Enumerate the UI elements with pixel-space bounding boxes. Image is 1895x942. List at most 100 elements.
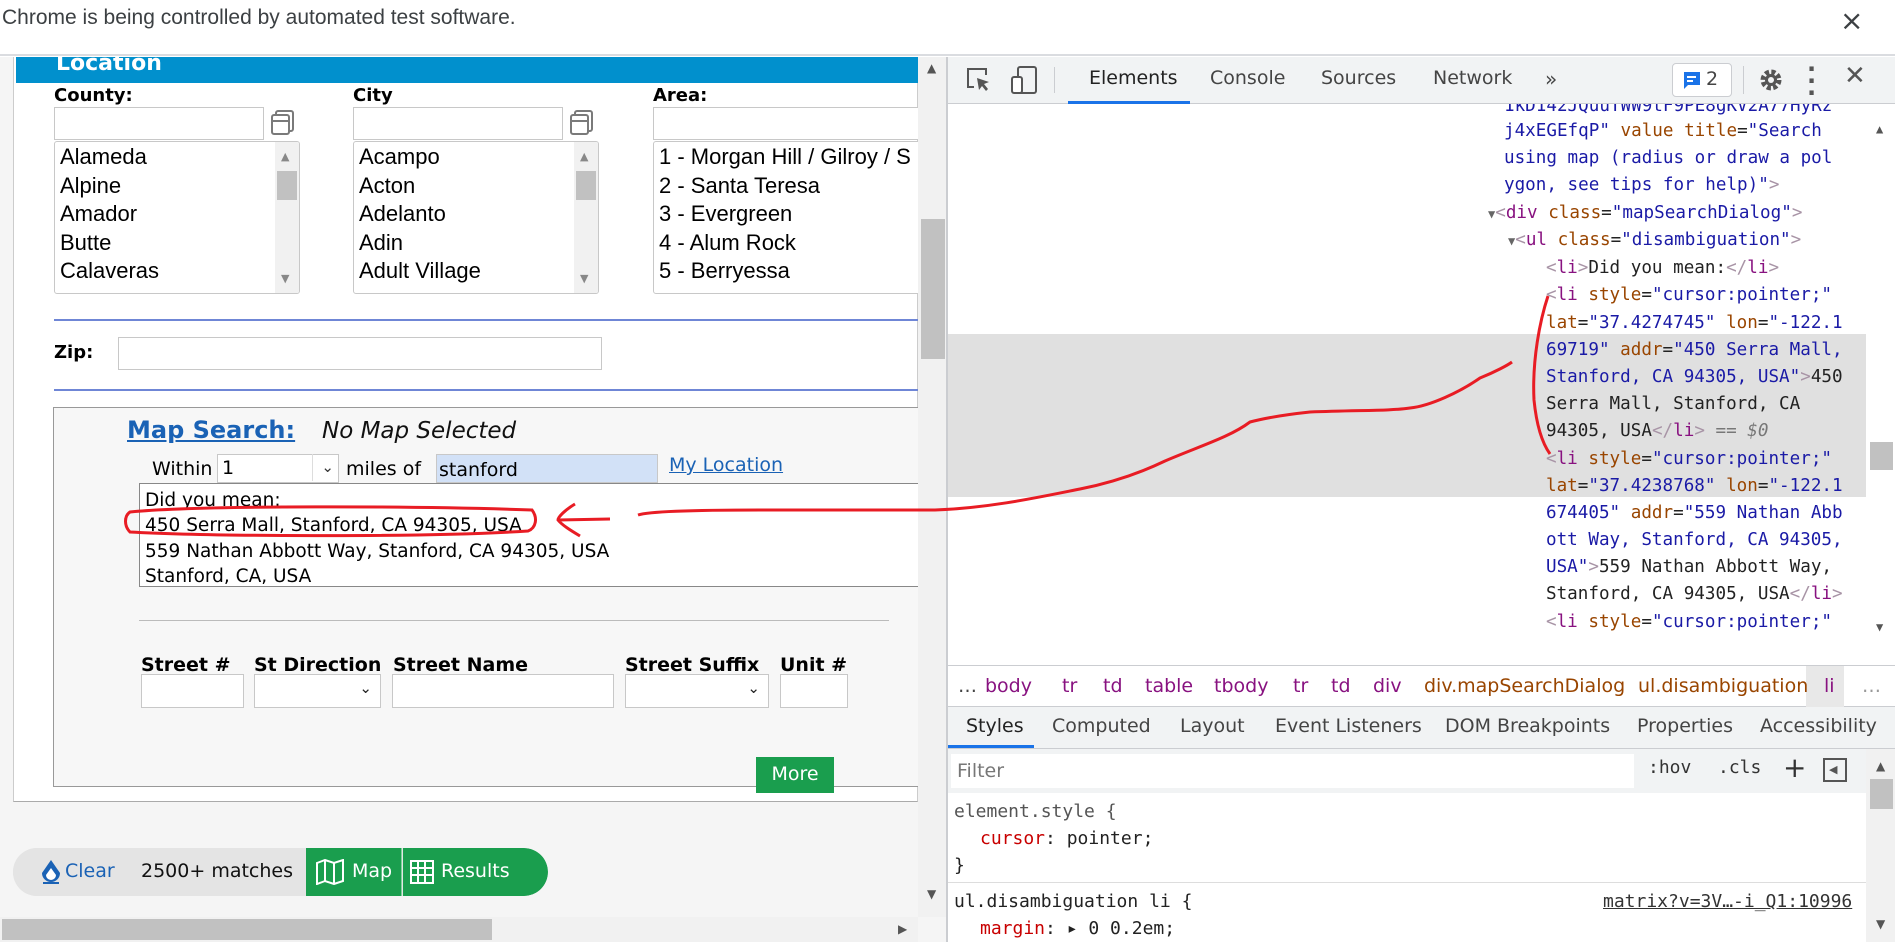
breadcrumb-overflow-right[interactable]: … (1862, 675, 1881, 697)
radius-select[interactable]: 1 ⌄ (217, 454, 339, 483)
county-option[interactable]: Alpine (55, 172, 299, 201)
area-listbox[interactable]: 1 - Morgan Hill / Gilroy / S 2 - Santa T… (653, 141, 943, 294)
area-option[interactable]: 3 - Evergreen (654, 200, 942, 229)
scroll-right-icon[interactable]: ▶ (898, 922, 907, 936)
page-horizontal-scrollbar[interactable]: ▶ (0, 917, 918, 942)
dom-node-li[interactable]: <li style="cursor:pointer;" (1546, 446, 1832, 473)
city-list-scrollbar[interactable]: ▲ ▼ (574, 142, 598, 293)
class-toggle[interactable]: .cls (1718, 757, 1761, 778)
county-option[interactable]: Alameda (55, 143, 299, 172)
tab-properties[interactable]: Properties (1637, 715, 1733, 737)
county-filter-input[interactable] (54, 107, 264, 140)
street-number-input[interactable] (141, 674, 244, 708)
breadcrumb-item[interactable]: td (1331, 675, 1351, 697)
city-option[interactable]: Acton (354, 172, 598, 201)
dom-node-div[interactable]: ▼<div class="mapSearchDialog"> (1488, 200, 1802, 228)
scrollbar-thumb[interactable] (1870, 779, 1893, 809)
hover-state-toggle[interactable]: :hov (1648, 757, 1691, 778)
map-button[interactable]: Map (306, 848, 402, 896)
area-filter-input[interactable] (653, 107, 933, 140)
county-option[interactable]: Amador (55, 200, 299, 229)
styles-filter-input[interactable]: Filter (951, 754, 1634, 788)
county-list-scrollbar[interactable]: ▲ ▼ (275, 142, 299, 293)
scrollbar-thumb[interactable] (576, 171, 596, 200)
tab-sources[interactable]: Sources (1321, 67, 1396, 89)
new-style-rule-icon[interactable]: + (1783, 751, 1806, 784)
css-property[interactable]: margin (980, 918, 1045, 939)
tab-console[interactable]: Console (1210, 67, 1285, 89)
disambiguation-option[interactable]: 450 Serra Mall, Stanford, CA 94305, USA (145, 513, 939, 538)
scrollbar-thumb[interactable] (2, 919, 492, 940)
more-tabs-icon[interactable]: » (1545, 67, 1557, 91)
styles-vertical-scrollbar[interactable]: ▲ ▼ (1866, 749, 1895, 942)
dom-node-li[interactable]: <li style="cursor:pointer;" (1546, 609, 1832, 636)
dom-node-ul[interactable]: ▼<ul class="disambiguation"> (1508, 227, 1801, 255)
breadcrumb-item[interactable]: ul.disambiguation (1638, 675, 1808, 697)
scroll-down-icon[interactable]: ▼ (1876, 917, 1885, 931)
county-listbox[interactable]: Alameda Alpine Amador Butte Calaveras ▲ … (54, 141, 300, 294)
scroll-up-icon[interactable]: ▲ (580, 150, 588, 163)
area-option[interactable]: 2 - Santa Teresa (654, 172, 942, 201)
breadcrumb-item-active[interactable]: li (1824, 675, 1835, 697)
tab-elements[interactable]: Elements (1089, 67, 1178, 89)
close-devtools-icon[interactable]: ✕ (1844, 61, 1866, 91)
scroll-down-icon[interactable]: ▼ (580, 272, 588, 285)
scroll-up-icon[interactable]: ▲ (927, 61, 936, 75)
area-option[interactable]: 5 - Berryessa (654, 257, 942, 286)
city-option[interactable]: Adelanto (354, 200, 598, 229)
street-direction-select[interactable]: ⌄ (254, 674, 381, 708)
css-property[interactable]: cursor (980, 828, 1045, 849)
area-option[interactable]: 1 - Morgan Hill / Gilroy / S (654, 143, 942, 172)
scroll-up-icon[interactable]: ▲ (1876, 759, 1885, 773)
city-option[interactable]: Acampo (354, 143, 598, 172)
issues-button[interactable]: 2 (1672, 63, 1732, 97)
tab-layout[interactable]: Layout (1180, 715, 1245, 737)
rule-selector[interactable]: ul.disambiguation li { (954, 891, 1192, 912)
county-option[interactable]: Butte (55, 229, 299, 258)
scrollbar-thumb[interactable] (921, 219, 945, 359)
scrollbar-thumb[interactable] (1870, 442, 1893, 470)
dom-node-li-selected[interactable]: <li style="cursor:pointer;" (1546, 282, 1832, 309)
css-value[interactable]: pointer; (1056, 828, 1154, 849)
clear-button[interactable]: Clear (13, 848, 139, 896)
more-button[interactable]: More (756, 757, 834, 793)
city-option[interactable]: Adin (354, 229, 598, 258)
scroll-down-icon[interactable]: ▼ (281, 272, 289, 285)
breadcrumb-item[interactable]: div.mapSearchDialog (1424, 675, 1625, 697)
location-search-input[interactable]: stanford (436, 454, 658, 483)
breadcrumb-item[interactable]: tbody (1214, 675, 1268, 697)
scroll-up-icon[interactable]: ▲ (281, 150, 289, 163)
scroll-down-icon[interactable]: ▼ (927, 887, 936, 901)
more-options-icon[interactable]: · · · (1807, 57, 1816, 105)
tab-accessibility[interactable]: Accessibility (1760, 715, 1877, 737)
county-option[interactable]: Calaveras (55, 257, 299, 286)
device-toolbar-icon[interactable] (1010, 65, 1038, 95)
tab-network[interactable]: Network (1433, 67, 1512, 89)
breadcrumb-item[interactable]: tr (1062, 675, 1077, 697)
breadcrumb-item[interactable]: td (1103, 675, 1123, 697)
rule-source-link[interactable]: matrix?v=3V…-i_Q1:10996 (1603, 888, 1852, 915)
my-location-link[interactable]: My Location (669, 454, 783, 476)
scroll-up-icon[interactable]: ▲ (1876, 116, 1883, 143)
disambiguation-option[interactable]: 559 Nathan Abbott Way, Stanford, CA 9430… (145, 539, 939, 564)
toggle-sidebar-icon[interactable]: ◀ (1823, 758, 1847, 782)
disambiguation-option[interactable]: Stanford, CA, USA (145, 564, 939, 589)
tab-computed[interactable]: Computed (1052, 715, 1151, 737)
breadcrumb-item[interactable]: tr (1293, 675, 1308, 697)
select-all-icon[interactable] (269, 108, 297, 136)
settings-gear-icon[interactable] (1758, 67, 1784, 93)
breadcrumb-item[interactable]: div (1373, 675, 1402, 697)
dom-vertical-scrollbar[interactable]: ▲ ▼ (1866, 104, 1895, 639)
street-suffix-select[interactable]: ⌄ (625, 674, 769, 708)
select-all-icon[interactable] (568, 108, 596, 136)
city-filter-input[interactable] (353, 107, 563, 140)
unit-number-input[interactable] (780, 674, 848, 708)
rule-selector[interactable]: element.style { (954, 801, 1117, 822)
tab-dom-breakpoints[interactable]: DOM Breakpoints (1445, 715, 1610, 737)
dom-node-li[interactable]: <li>Did you mean:</li> (1546, 255, 1779, 282)
results-button[interactable]: Results (403, 848, 548, 896)
infobar-close-icon[interactable]: × (1840, 4, 1863, 37)
zip-input[interactable] (118, 337, 602, 370)
css-value[interactable]: ▸ 0 0.2em; (1056, 918, 1175, 939)
breadcrumb-item[interactable]: table (1145, 675, 1193, 697)
